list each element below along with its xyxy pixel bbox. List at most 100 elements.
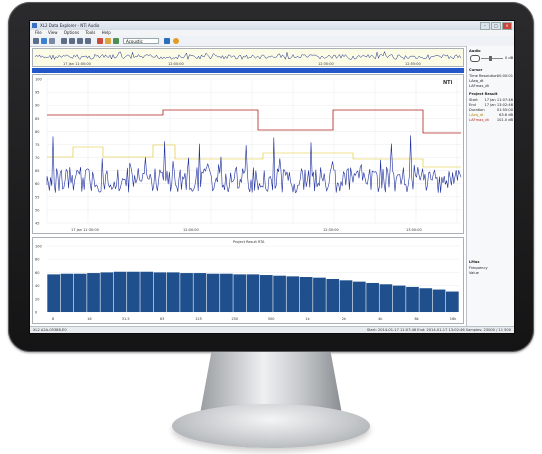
status-left: XL2 A2A-05388-E0 [33,328,67,332]
value-row: Value [469,271,513,275]
volume-slider-thumb[interactable] [489,56,492,61]
lafmax-label: LAFmax_dt [469,84,489,88]
rta-x-tick: 250 [231,317,238,321]
end-value: 17 Jan 13:02:46 [484,103,513,107]
laeq-result-value: 63.6 dB [499,113,513,117]
overview-series [34,50,462,61]
rta-x-axis: 8 16 31.5 63 125 250 500 1k 2k 4k 8k 16k [52,317,457,321]
export-icon[interactable] [164,38,170,44]
start-row: Start 17 Jan 11:07:46 [469,98,513,102]
zoom-in-icon[interactable] [61,38,67,44]
time-resolution-row: Time Resolution 00:00:01 [469,74,513,78]
menu-view[interactable]: View [48,30,58,35]
rta-bar [100,272,114,312]
rta-bar [180,273,193,312]
rta-chart-panel[interactable]: Project Result RTA 100 80 60 40 20 0 8 16 31.5 6… [32,237,464,324]
rta-bars [47,271,459,312]
rta-bar [419,288,433,312]
overview-time-3: 12:55:00 [405,62,421,66]
main-x-tick-3: 13:00:00 [406,228,422,232]
rta-x-tick: 16k [450,317,457,321]
start-value: 17 Jan 11:07:46 [484,98,513,102]
volume-label: 0 dB [505,56,514,60]
time-resolution-value: 00:00:01 [496,74,513,78]
rta-bar [406,286,419,312]
frequency-label: Frequency [469,266,488,270]
rta-bar [153,272,167,312]
rta-bar [446,291,459,312]
main-y-tick: 75 [35,143,39,147]
rta-bar [286,276,300,312]
rta-bar [60,273,74,312]
rta-bar [273,275,286,312]
menu-options[interactable]: Options [64,30,79,35]
laeq-result-label: LAeq_dt [469,113,484,117]
app-icon [32,23,37,28]
rta-x-tick: 16 [87,317,91,321]
rta-bar [432,289,446,312]
overview-panel[interactable]: 17 Jan 11:00:00 12:00:00 12:30:00 12:55:… [32,48,464,67]
menu-tools[interactable]: Tools [85,30,95,35]
duration-row: Duration 01:55:00 [469,108,513,112]
value-label: Value [469,271,479,275]
rta-bar [73,273,87,312]
zoom-fit-icon[interactable] [77,38,83,44]
rta-bar [379,284,393,312]
lmax-header: LMax [469,260,480,264]
cursor-icon[interactable] [113,38,119,44]
save-icon[interactable] [41,38,47,44]
cursor-header: Cursor [469,68,483,72]
weighting-dropdown[interactable]: Acoustic [123,38,159,44]
main-y-tick: 50 [35,208,39,212]
rta-bar [206,273,220,312]
overview-time-2: 12:30:00 [318,62,334,66]
time-resolution-label: Time Resolution [469,74,498,78]
print-icon[interactable] [49,38,55,44]
minimize-button[interactable]: – [480,22,490,30]
report-icon[interactable] [173,38,179,44]
menu-help[interactable]: Help [102,30,111,35]
rta-y-tick: 20 [35,297,39,301]
main-x-tick-2: 12:30:00 [323,228,339,232]
rta-bar [113,271,127,312]
duration-label: Duration [469,108,485,112]
rta-title: Project Result RTA [233,240,265,244]
laeq-label: LAeq_dt [469,79,484,83]
laeq-result-row: LAeq_dt 63.6 dB [469,113,513,117]
rta-bar [299,277,313,312]
filter-icon[interactable] [105,38,111,44]
status-bar: XL2 A2A-05388-E0 Start: 2014-01-17 11:07… [30,326,514,333]
main-x-tick-1: 12:00:00 [183,228,199,232]
rta-bar [166,272,180,312]
zoom-out-icon[interactable] [69,38,75,44]
main-y-tick: 100 [35,78,42,82]
rta-x-tick: 63 [160,317,164,321]
main-grid [46,78,461,224]
rta-x-tick: 2k [342,317,347,321]
rta-chart: Project Result RTA 100 80 60 40 20 0 8 16 31.5 6… [35,240,459,321]
rta-y-tick: 0 [35,311,37,315]
audio-track-bar[interactable] [32,68,464,73]
side-panel: Audio 0 dB Cursor Time Resolution 00:00:… [466,46,514,333]
laeq-series [47,144,461,168]
overview-chart: 17 Jan 11:00:00 12:00:00 12:30:00 12:55:… [34,50,462,66]
close-button[interactable]: × [502,22,512,30]
end-row: End 17 Jan 13:02:46 [469,103,513,107]
rta-bar [352,281,366,312]
lafmin-series [46,135,462,194]
main-chart-panel[interactable]: 100 95 90 85 80 75 70 65 60 55 50 45 NTi 17 Jan 11:… [32,74,464,234]
marker-icon[interactable] [97,38,103,44]
audio-toggle[interactable] [470,55,480,62]
rta-x-tick: 125 [195,317,202,321]
volume-slider[interactable] [481,58,503,59]
open-icon[interactable] [33,38,39,44]
frequency-row: Frequency [469,266,513,270]
pan-icon[interactable] [85,38,91,44]
rta-x-tick: 4k [378,317,383,321]
overview-time-1: 12:00:00 [168,62,184,66]
menu-file[interactable]: File [35,30,42,35]
duration-value: 01:55:00 [496,108,513,112]
lafmax-result-value: 101.0 dB [496,118,513,122]
maximize-button[interactable]: □ [491,22,501,30]
main-y-tick: 85 [35,117,39,121]
